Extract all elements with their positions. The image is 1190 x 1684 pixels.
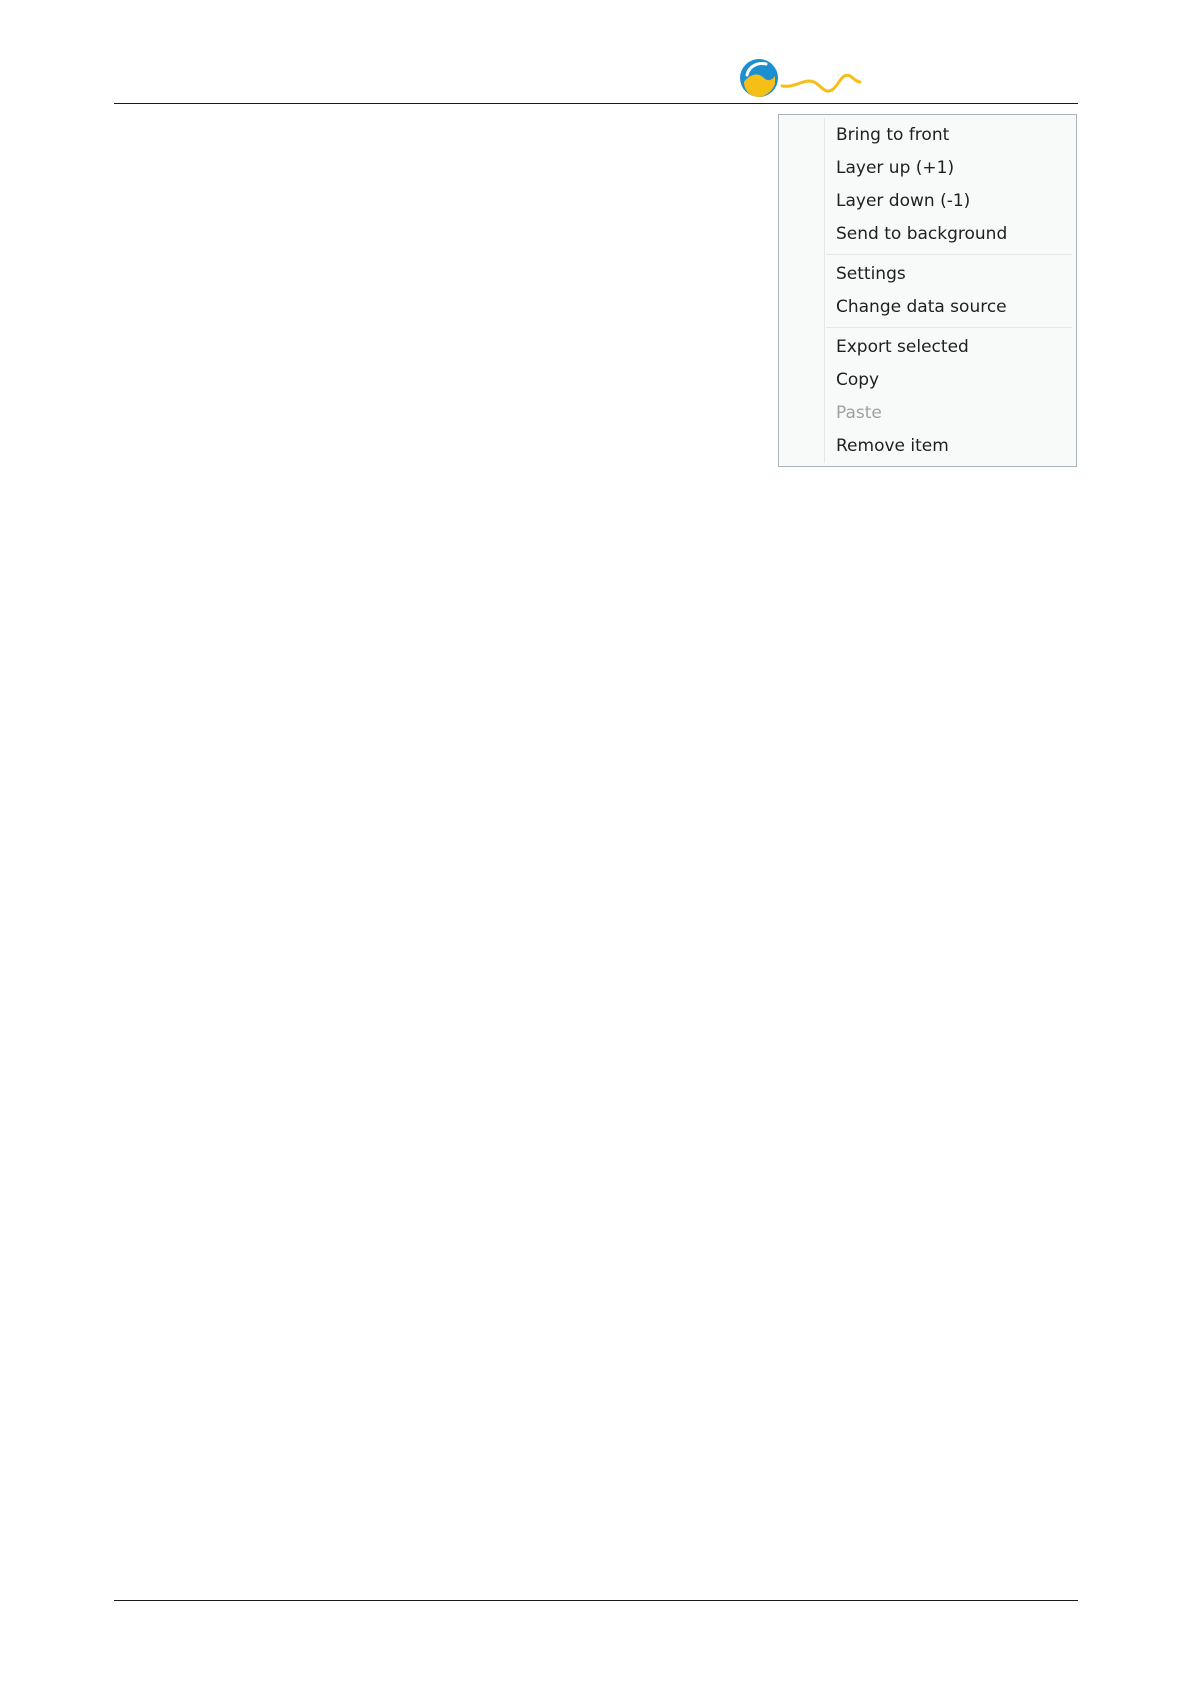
company-logo-icon — [738, 54, 888, 104]
header-rule — [114, 103, 1078, 104]
menu-item-layer-up[interactable]: Layer up (+1) — [779, 152, 1076, 185]
menu-item-layer-down[interactable]: Layer down (-1) — [779, 185, 1076, 218]
menu-item-copy[interactable]: Copy — [779, 364, 1076, 397]
menu-item-paste: Paste — [836, 403, 882, 423]
menu-item-settings[interactable]: Settings — [779, 258, 1076, 291]
menu-item-remove-item[interactable]: Remove item — [779, 430, 1076, 463]
menu-separator — [826, 327, 1072, 328]
context-menu-list: Bring to front Layer up (+1) Layer down … — [779, 119, 1076, 463]
menu-item-send-to-background[interactable]: Send to background — [779, 218, 1076, 251]
menu-item-change-data-source[interactable]: Change data source — [779, 291, 1076, 324]
menu-item-export-selected[interactable]: Export selected — [779, 331, 1076, 364]
footer-rule — [114, 1600, 1078, 1601]
menu-item-bring-to-front[interactable]: Bring to front — [779, 119, 1076, 152]
context-menu: Bring to front Layer up (+1) Layer down … — [778, 114, 1077, 467]
menu-separator — [826, 254, 1072, 255]
